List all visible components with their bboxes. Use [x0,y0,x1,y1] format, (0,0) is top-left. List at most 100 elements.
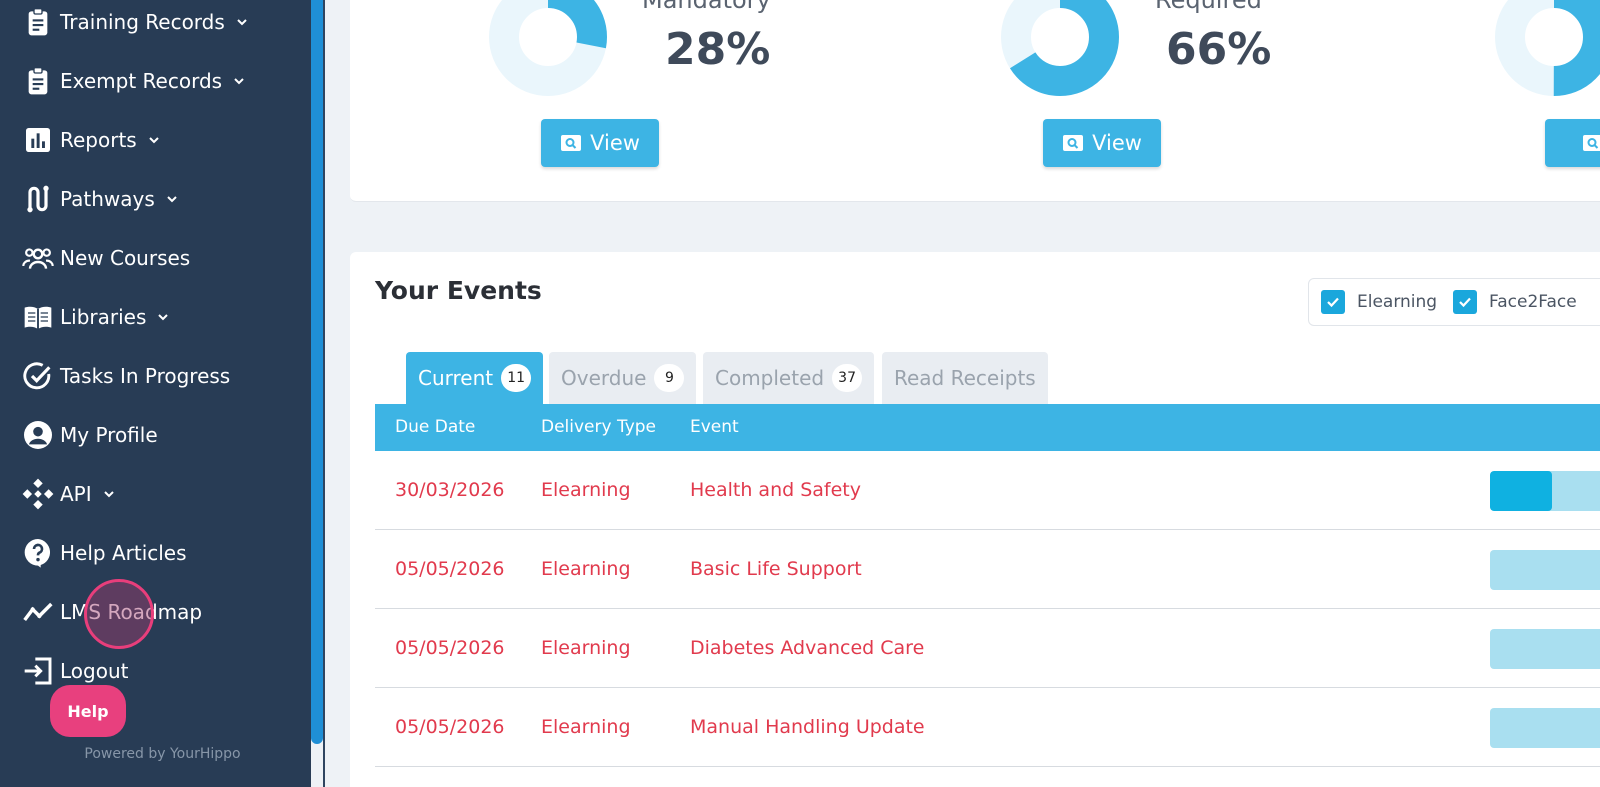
tab-read-receipts[interactable]: Read Receipts [882,352,1048,404]
table-row[interactable]: 30/03/2026 Elearning Health and Safety [375,451,1600,530]
event-progress-bar [1490,629,1600,669]
trend-line-icon [18,595,58,629]
sidebar-item-help-articles[interactable]: Help Articles [18,533,187,573]
view-button-label: View [590,131,640,155]
events-title: Your Events [375,276,542,305]
chevron-down-icon [165,192,179,206]
checkbox-checked-icon [1321,290,1345,314]
tab-count-badge: 37 [832,364,863,392]
view-button-label: View [1092,131,1142,155]
chevron-down-icon [232,74,246,88]
mandatory-view-button[interactable]: View [541,119,659,167]
sidebar-item-my-profile[interactable]: My Profile [18,415,158,455]
cursor-highlight [84,579,154,649]
sidebar-item-pathways[interactable]: Pathways [18,179,179,219]
help-button[interactable]: Help [50,685,126,737]
check-circle-icon [18,359,58,393]
chevron-down-icon [235,15,249,29]
sidebar-item-label: Libraries [60,305,147,329]
search-icon [560,134,582,152]
sidebar-item-label: Logout [60,659,129,683]
chevron-down-icon [102,487,116,501]
sidebar-item-label: Pathways [60,187,155,211]
sidebar-item-training-records[interactable]: Training Records [18,2,249,42]
face2face-filter-label: Face2Face [1489,292,1577,312]
table-row[interactable]: 05/05/2026 Elearning Basic Life Support [375,530,1600,609]
question-bubble-icon [18,536,58,570]
search-icon [1582,134,1600,152]
clipboard-icon [18,64,58,98]
tab-label: Current [418,366,494,390]
event-progress-bar [1490,550,1600,590]
chevron-down-icon [156,310,170,324]
event-name-link[interactable]: Basic Life Support [690,558,862,580]
tab-label: Completed [715,366,825,390]
chevron-down-icon [147,133,161,147]
powered-by-text: Powered by YourHippo [84,746,241,762]
clipboard-icon [18,5,58,39]
event-name-link[interactable]: Health and Safety [690,479,861,501]
sidebar-item-libraries[interactable]: Libraries [18,297,170,337]
your-events-card: Your Events Elearning Face2Face Current … [350,252,1600,787]
sidebar-item-api[interactable]: API [18,474,116,514]
due-date-cell: 05/05/2026 [395,558,505,580]
column-header-delivery-type[interactable]: Delivery Type [541,417,656,437]
event-name-link[interactable]: Manual Handling Update [690,716,925,738]
logout-icon [18,654,58,688]
tab-current[interactable]: Current 11 [406,352,544,404]
elearning-filter-checkbox[interactable]: Elearning [1321,290,1437,314]
book-icon [18,300,58,334]
sidebar-item-label: Help Articles [60,541,187,565]
sidebar-item-label: New Courses [60,246,191,270]
elearning-filter-label: Elearning [1357,292,1438,312]
mandatory-donut-chart [489,0,607,96]
sidebar-item-label: Tasks In Progress [60,364,231,388]
column-header-due-date[interactable]: Due Date [395,417,475,437]
column-header-event[interactable]: Event [690,417,739,437]
due-date-cell: 05/05/2026 [395,716,505,738]
search-icon [1062,134,1084,152]
sidebar-item-label: My Profile [60,423,158,447]
sidebar: Training Records Exempt Records Reports … [0,0,311,787]
tab-label: Read Receipts [894,366,1036,390]
pathway-icon [18,182,58,216]
compliance-stats-card: Mandatory 28% View Required 66% View V [350,0,1600,202]
delivery-type-cell: Elearning [541,479,631,501]
event-progress-bar [1490,708,1600,748]
tab-count-badge: 9 [654,364,685,392]
tab-count-badge: 11 [501,364,532,392]
progress-fill [1490,471,1552,511]
sidebar-item-tasks-in-progress[interactable]: Tasks In Progress [18,356,230,396]
required-view-button[interactable]: View [1043,119,1161,167]
face2face-filter-checkbox[interactable]: Face2Face [1453,290,1577,314]
sidebar-item-label: Exempt Records [60,69,223,93]
required-value: 66% [1166,24,1272,75]
delivery-type-filter: Elearning Face2Face [1308,278,1600,326]
table-row[interactable]: 05/05/2026 Elearning Diabetes Advanced C… [375,609,1600,688]
users-group-icon [18,241,58,275]
table-row[interactable]: 05/05/2026 Elearning Manual Handling Upd… [375,688,1600,767]
checkbox-checked-icon [1453,290,1477,314]
required-donut-chart [1001,0,1119,96]
bar-chart-icon [18,123,58,157]
sidebar-item-exempt-records[interactable]: Exempt Records [18,61,246,101]
sidebar-item-reports[interactable]: Reports [18,120,161,160]
delivery-type-cell: Elearning [541,637,631,659]
user-circle-icon [18,418,58,452]
tab-label: Overdue [561,366,647,390]
delivery-type-cell: Elearning [541,716,631,738]
due-date-cell: 05/05/2026 [395,637,505,659]
event-name-link[interactable]: Diabetes Advanced Care [690,637,924,659]
required-label: Required [1155,0,1262,14]
third-view-button[interactable]: V [1545,119,1600,167]
tab-overdue[interactable]: Overdue 9 [549,352,697,404]
due-date-cell: 30/03/2026 [395,479,505,501]
tab-completed[interactable]: Completed 37 [703,352,875,404]
delivery-type-cell: Elearning [541,558,631,580]
sidebar-scrollbar[interactable] [311,0,323,744]
api-nodes-icon [18,477,58,511]
sidebar-item-label: Training Records [60,10,225,34]
events-table-header: Due Date Delivery Type Event [375,404,1600,451]
third-donut-chart [1495,0,1600,96]
sidebar-item-new-courses[interactable]: New Courses [18,238,190,278]
